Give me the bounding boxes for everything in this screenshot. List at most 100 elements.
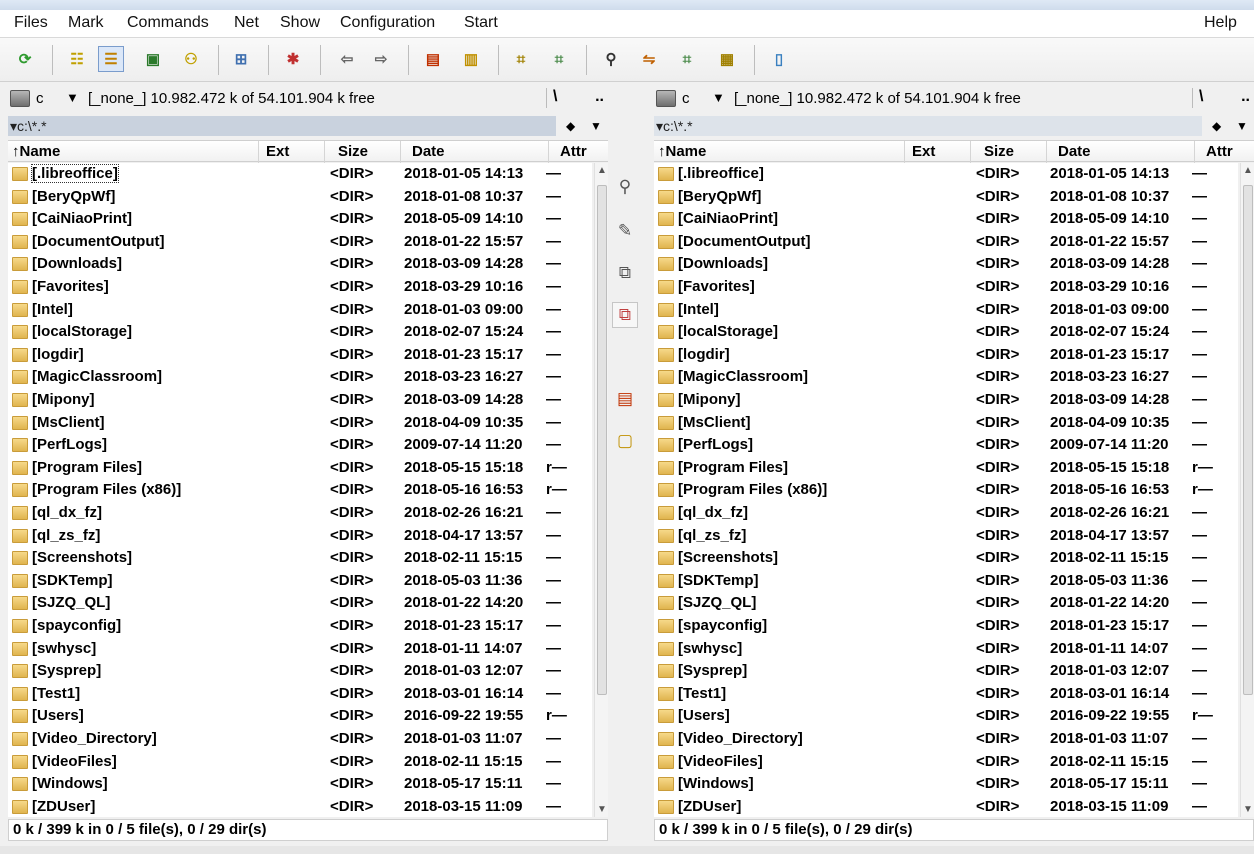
table-row[interactable]: [ZDUser] <DIR> 2018-03-15 11:09 — xyxy=(654,796,1238,817)
table-row[interactable]: [SJZQ_QL] <DIR> 2018-01-22 14:20 — xyxy=(654,592,1238,615)
table-row[interactable]: [Downloads] <DIR> 2018-03-09 14:28 — xyxy=(654,253,1238,276)
table-row[interactable]: [Video_Directory] <DIR> 2018-01-03 11:07 — xyxy=(8,728,592,751)
header-name[interactable]: ↑Name xyxy=(12,143,60,160)
view-icon[interactable]: ⚲ xyxy=(612,174,638,200)
drive-select[interactable]: c xyxy=(36,90,44,107)
table-row[interactable]: [Users] <DIR> 2016-09-22 19:55 r— xyxy=(8,705,592,728)
table-row[interactable]: [Downloads] <DIR> 2018-03-09 14:28 — xyxy=(8,253,592,276)
table-row[interactable]: [Program Files] <DIR> 2018-05-15 15:18 r— xyxy=(654,457,1238,480)
multi-rename-icon[interactable]: ✱ xyxy=(280,46,306,72)
pack-icon[interactable]: ▤ xyxy=(420,46,446,72)
menu-files[interactable]: Files xyxy=(14,14,48,32)
table-row[interactable]: [logdir] <DIR> 2018-01-23 15:17 — xyxy=(654,344,1238,367)
table-row[interactable]: [Windows] <DIR> 2018-05-17 15:11 — xyxy=(654,773,1238,796)
table-row[interactable]: [DocumentOutput] <DIR> 2018-01-22 15:57 — xyxy=(654,231,1238,254)
compare-dirs-icon[interactable]: ⊞ xyxy=(228,46,254,72)
edit-icon[interactable]: ✎ xyxy=(612,218,638,244)
table-row[interactable]: [Test1] <DIR> 2018-03-01 16:14 — xyxy=(8,683,592,706)
drive-select[interactable]: c xyxy=(682,90,690,107)
table-row[interactable]: [MagicClassroom] <DIR> 2018-03-23 16:27 — xyxy=(8,366,592,389)
table-row[interactable]: [spayconfig] <DIR> 2018-01-23 15:17 — xyxy=(8,615,592,638)
unpack-icon[interactable]: ▥ xyxy=(458,46,484,72)
header-ext[interactable]: Ext xyxy=(266,143,289,160)
header-size[interactable]: Size xyxy=(984,143,1014,160)
header-name[interactable]: ↑Name xyxy=(658,143,706,160)
table-row[interactable]: [Sysprep] <DIR> 2018-01-03 12:07 — xyxy=(654,660,1238,683)
table-row[interactable]: [Favorites] <DIR> 2018-03-29 10:16 — xyxy=(8,276,592,299)
scroll-thumb[interactable] xyxy=(1243,185,1253,695)
search-icon[interactable]: ⚲ xyxy=(598,46,624,72)
back-icon[interactable]: ⇦ xyxy=(334,46,360,72)
table-row[interactable]: [PerfLogs] <DIR> 2009-07-14 11:20 — xyxy=(654,434,1238,457)
header-size[interactable]: Size xyxy=(338,143,368,160)
table-row[interactable]: [CaiNiaoPrint] <DIR> 2018-05-09 14:10 — xyxy=(8,208,592,231)
chevron-down-icon[interactable]: ▼ xyxy=(66,90,79,105)
menu-start[interactable]: Start xyxy=(464,14,498,32)
notepad-icon[interactable]: ▯ xyxy=(766,46,792,72)
copy-icon[interactable]: ⧉ xyxy=(612,260,638,286)
scroll-down-icon[interactable]: ▼ xyxy=(597,804,607,815)
table-row[interactable]: [BeryQpWf] <DIR> 2018-01-08 10:37 — xyxy=(654,186,1238,209)
thumbnails-icon[interactable]: ▣ xyxy=(140,46,166,72)
table-row[interactable]: [ZDUser] <DIR> 2018-03-15 11:09 — xyxy=(8,796,592,817)
table-row[interactable]: [localStorage] <DIR> 2018-02-07 15:24 — xyxy=(8,321,592,344)
table-row[interactable]: [MsClient] <DIR> 2018-04-09 10:35 — xyxy=(654,412,1238,435)
table-row[interactable]: [VideoFiles] <DIR> 2018-02-11 15:15 — xyxy=(654,751,1238,774)
file-list[interactable]: [.libreoffice] <DIR> 2018-01-05 14:13— [Ber… xyxy=(8,163,592,817)
root-dir-button[interactable]: \ xyxy=(546,88,574,108)
table-row[interactable]: [Windows] <DIR> 2018-05-17 15:11 — xyxy=(8,773,592,796)
ftp-connect-icon[interactable]: ⌗ xyxy=(508,46,534,72)
scroll-up-icon[interactable]: ▲ xyxy=(1243,165,1253,176)
table-row[interactable]: [Users] <DIR> 2016-09-22 19:55 r— xyxy=(654,705,1238,728)
table-row[interactable]: [Favorites] <DIR> 2018-03-29 10:16 — xyxy=(654,276,1238,299)
header-attr[interactable]: Attr xyxy=(1206,143,1233,160)
scroll-down-icon[interactable]: ▼ xyxy=(1243,804,1253,815)
forward-icon[interactable]: ⇨ xyxy=(368,46,394,72)
chevron-down-icon[interactable]: ▼ xyxy=(712,90,725,105)
table-row[interactable]: [Program Files] <DIR> 2018-05-15 15:18 r— xyxy=(8,457,592,480)
table-row[interactable]: [logdir] <DIR> 2018-01-23 15:17 — xyxy=(8,344,592,367)
table-row[interactable]: [ql_zs_fz] <DIR> 2018-04-17 13:57 — xyxy=(8,525,592,548)
table-row[interactable]: [localStorage] <DIR> 2018-02-07 15:24 — xyxy=(654,321,1238,344)
chevron-down-icon[interactable]: ▼ xyxy=(590,116,602,136)
header-attr[interactable]: Attr xyxy=(560,143,587,160)
copy-names-icon[interactable]: ▦ xyxy=(714,46,740,72)
pack-icon[interactable]: ▤ xyxy=(612,386,638,412)
table-row[interactable]: [SJZQ_QL] <DIR> 2018-01-22 14:20 — xyxy=(8,592,592,615)
scrollbar[interactable]: ▲ ▼ xyxy=(1240,163,1254,817)
header-date[interactable]: Date xyxy=(412,143,445,160)
table-row[interactable]: [SDKTemp] <DIR> 2018-05-03 11:36 — xyxy=(654,570,1238,593)
menu-net[interactable]: Net xyxy=(234,14,259,32)
table-row[interactable]: [Mipony] <DIR> 2018-03-09 14:28 — xyxy=(654,389,1238,412)
sync-dirs-icon[interactable]: ⇋ xyxy=(636,46,662,72)
file-list[interactable]: [.libreoffice] <DIR> 2018-01-05 14:13— [Ber… xyxy=(654,163,1238,817)
path-bar[interactable]: ▾c:\*.* xyxy=(654,116,1202,136)
table-row[interactable]: [swhysc] <DIR> 2018-01-11 14:07 — xyxy=(8,638,592,661)
header-ext[interactable]: Ext xyxy=(912,143,935,160)
table-row[interactable]: [swhysc] <DIR> 2018-01-11 14:07 — xyxy=(654,638,1238,661)
chevron-down-icon[interactable]: ▼ xyxy=(1236,116,1248,136)
table-row[interactable]: [spayconfig] <DIR> 2018-01-23 15:17 — xyxy=(654,615,1238,638)
menu-show[interactable]: Show xyxy=(280,14,320,32)
table-row[interactable]: [DocumentOutput] <DIR> 2018-01-22 15:57 — xyxy=(8,231,592,254)
dir-hotlist-icon[interactable]: ⌗ xyxy=(674,46,700,72)
table-row[interactable]: [Program Files (x86)] <DIR> 2018-05-16 16:… xyxy=(654,479,1238,502)
parent-dir-button[interactable]: .. xyxy=(1241,88,1250,106)
table-row[interactable]: [Program Files (x86)] <DIR> 2018-05-16 16:… xyxy=(8,479,592,502)
table-row[interactable]: [PerfLogs] <DIR> 2009-07-14 11:20 — xyxy=(8,434,592,457)
table-row[interactable]: [Intel] <DIR> 2018-01-03 09:00 — xyxy=(654,299,1238,322)
table-row[interactable]: [SDKTemp] <DIR> 2018-05-03 11:36 — xyxy=(8,570,592,593)
table-row[interactable]: [ql_dx_fz] <DIR> 2018-02-26 16:21 — xyxy=(654,502,1238,525)
menu-commands[interactable]: Commands xyxy=(127,14,209,32)
refresh-icon[interactable]: ⟳ xyxy=(12,46,38,72)
new-folder-icon[interactable]: ▢ xyxy=(612,428,638,454)
table-row[interactable]: [Intel] <DIR> 2018-01-03 09:00 — xyxy=(8,299,592,322)
table-row[interactable]: [.libreoffice] <DIR> 2018-01-05 14:13 — xyxy=(8,163,592,186)
history-icon[interactable]: ◆ xyxy=(1212,116,1221,136)
table-row[interactable]: [Test1] <DIR> 2018-03-01 16:14 — xyxy=(654,683,1238,706)
full-view-icon[interactable]: ☰ xyxy=(98,46,124,72)
move-icon[interactable]: ⧉ xyxy=(612,302,638,328)
parent-dir-button[interactable]: .. xyxy=(595,88,604,106)
table-row[interactable]: [Screenshots] <DIR> 2018-02-11 15:15 — xyxy=(8,547,592,570)
ftp-new-icon[interactable]: ⌗ xyxy=(546,46,572,72)
